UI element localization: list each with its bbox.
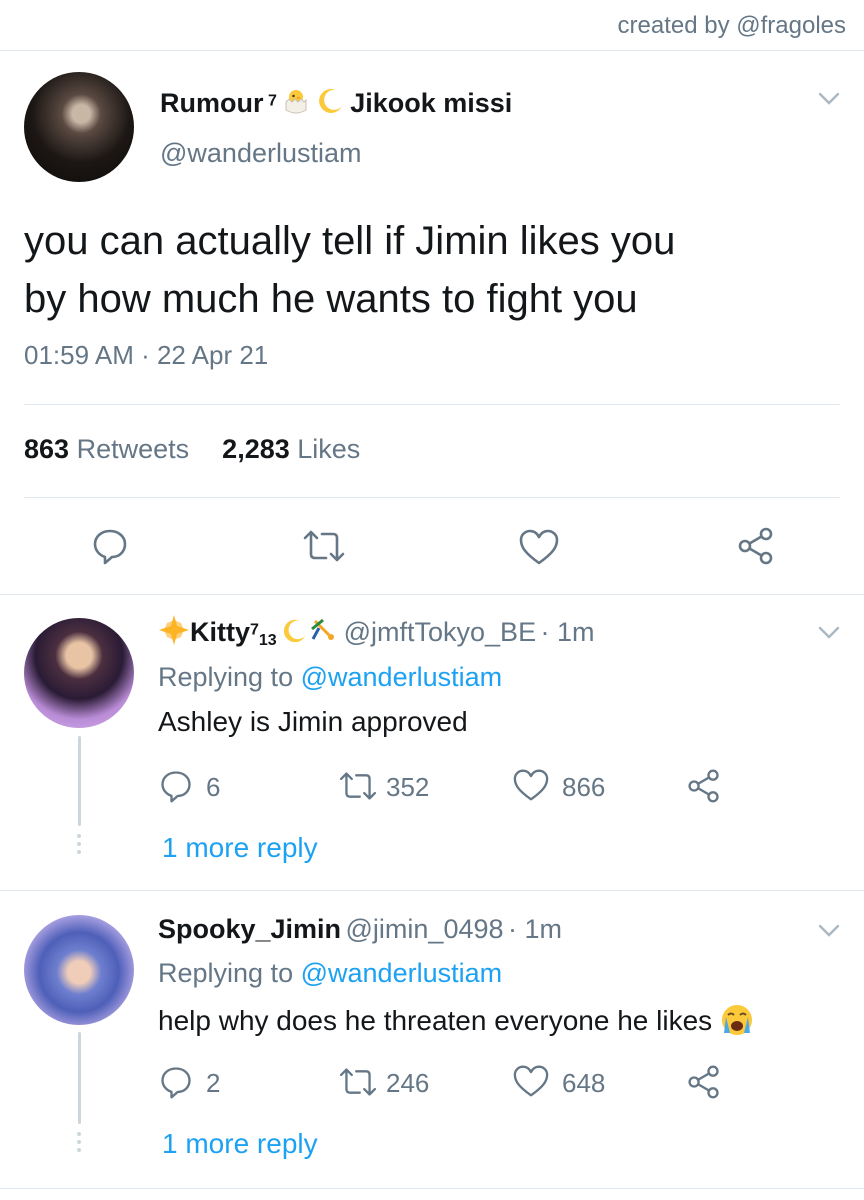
author-name-right: Jikook missi [350, 88, 513, 118]
tweet-text: you can actually tell if Jimin likes you… [24, 212, 840, 328]
tweet-stats: 863 Retweets 2,283 Likes [24, 434, 360, 465]
credit-text: created by @fragoles [617, 12, 846, 39]
retweets-label: Retweets [76, 434, 190, 464]
divider [0, 890, 864, 891]
name-subscript: 13 [258, 632, 277, 650]
replying-to-label: Replying to [158, 662, 294, 692]
replying-to-mention[interactable]: @wanderlustiam [301, 958, 503, 988]
replying-to: Replying to @wanderlustiam [158, 958, 502, 989]
like-icon[interactable] [518, 528, 560, 571]
retweets-stat[interactable]: 863 Retweets [24, 434, 189, 464]
chevron-down-icon[interactable] [818, 626, 840, 645]
like-count: 866 [562, 772, 606, 802]
tweet-timestamp[interactable]: 01:59 AM · 22 Apr 21 [24, 340, 268, 371]
reply-author-handle[interactable]: @jmftTokyo_BE [344, 617, 536, 647]
divider [24, 497, 840, 498]
chevron-down-icon[interactable] [818, 924, 840, 943]
author-name-superscript: 7 [267, 92, 277, 110]
reply-time: · 1m [507, 914, 562, 944]
star-icon [158, 614, 190, 651]
moon-icon [316, 86, 346, 121]
reply-text: Ashley is Jimin approved [158, 706, 468, 737]
divider [0, 50, 864, 51]
reply-author-name[interactable]: Spooky_Jimin [158, 914, 341, 944]
divider [24, 404, 840, 405]
chick-icon [281, 86, 311, 121]
like-icon[interactable] [512, 1064, 550, 1103]
reply-time: · 1m [540, 617, 595, 647]
reply-count: 2 [206, 1068, 221, 1098]
retweet-icon[interactable] [302, 528, 346, 569]
more-replies-link[interactable]: 1 more reply [162, 1128, 318, 1160]
likes-stat[interactable]: 2,283 Likes [222, 434, 360, 464]
retweets-count: 863 [24, 434, 70, 464]
retweet-icon[interactable] [338, 1066, 378, 1103]
author-name-left: Rumour [160, 88, 264, 118]
divider [0, 594, 864, 595]
chevron-down-icon[interactable] [818, 92, 840, 111]
like-icon[interactable] [512, 768, 550, 807]
tweet-text-line: you can actually tell if Jimin likes you [24, 219, 676, 263]
replying-to: Replying to @wanderlustiam [158, 662, 502, 693]
reply-header: Kitty713 @jmftTokyo_BE · 1m [158, 614, 595, 651]
reply-icon[interactable] [158, 1064, 194, 1105]
share-icon[interactable] [736, 526, 776, 571]
reply-icon[interactable] [90, 526, 130, 571]
likes-count: 2,283 [222, 434, 290, 464]
share-icon[interactable] [686, 768, 722, 809]
reply-icon[interactable] [158, 768, 194, 809]
avatar[interactable] [24, 72, 134, 182]
avatar[interactable] [24, 618, 134, 728]
cartwheel-icon [309, 615, 339, 650]
reply-count: 6 [206, 772, 221, 802]
thread-line [78, 736, 81, 826]
thread-dots [77, 1132, 81, 1156]
share-icon[interactable] [686, 1064, 722, 1105]
retweet-count: 352 [386, 772, 430, 802]
replying-to-label: Replying to [158, 958, 294, 988]
thread-dots [77, 834, 81, 858]
name-superscript: 7 [250, 621, 259, 639]
like-count: 648 [562, 1068, 606, 1098]
reply-author-name[interactable]: Kitty [190, 617, 250, 647]
retweet-icon[interactable] [338, 770, 378, 807]
replying-to-mention[interactable]: @wanderlustiam [301, 662, 503, 692]
tweet-author-name[interactable]: Rumour 7 Jikook missi [160, 86, 512, 121]
reply-author-handle[interactable]: @jimin_0498 [346, 914, 504, 944]
reply-header: Spooky_Jimin @jimin_0498 · 1m [158, 914, 562, 945]
avatar[interactable] [24, 915, 134, 1025]
crying-face-icon [720, 1003, 754, 1044]
thread-line [78, 1032, 81, 1124]
moon-icon [281, 617, 309, 650]
reply-text: help why does he threaten everyone he li… [158, 1005, 713, 1036]
retweet-count: 246 [386, 1068, 430, 1098]
more-replies-link[interactable]: 1 more reply [162, 832, 318, 864]
author-handle[interactable]: @wanderlustiam [160, 138, 362, 169]
tweet-text-line: by how much he wants to fight you [24, 277, 638, 321]
divider [0, 1188, 864, 1189]
likes-label: Likes [297, 434, 361, 464]
reply-text-row: help why does he threaten everyone he li… [158, 1003, 754, 1044]
